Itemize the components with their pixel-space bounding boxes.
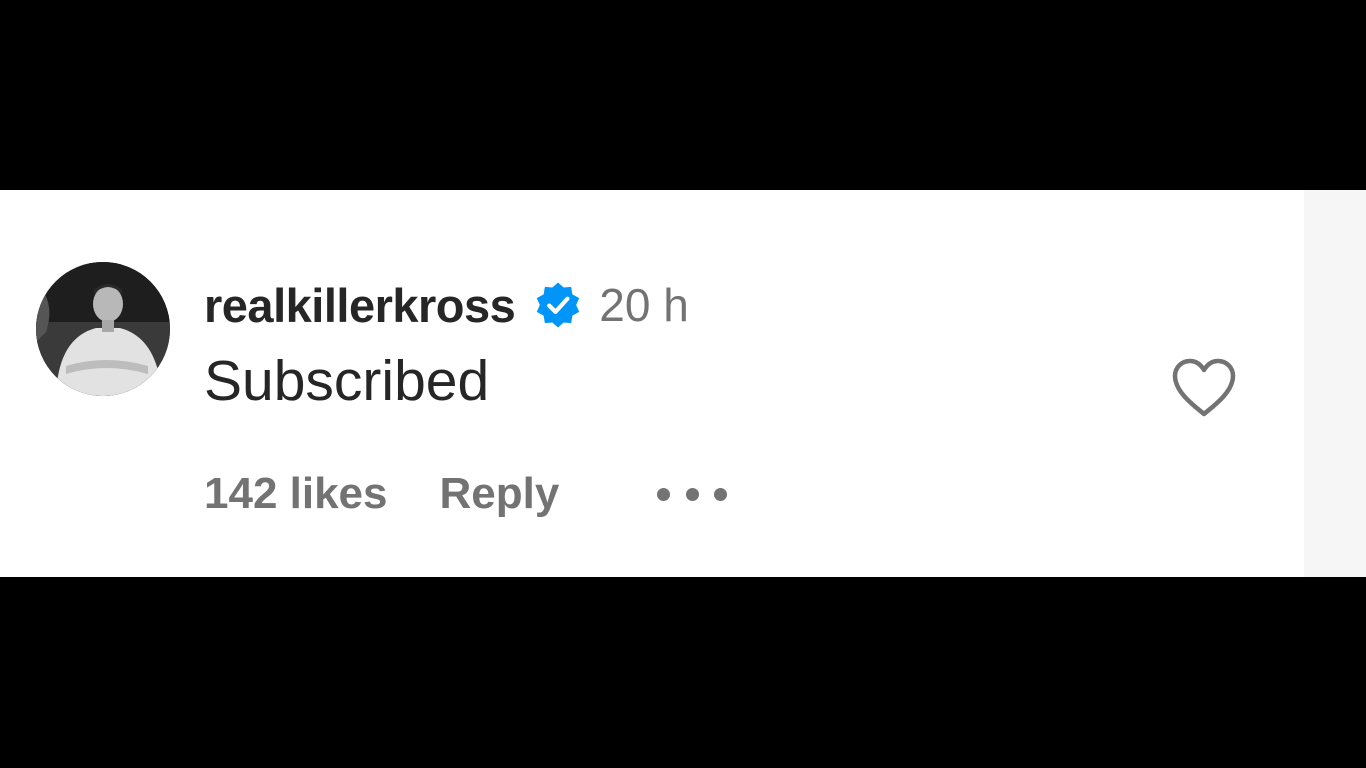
username-link[interactable]: realkillerkross [204, 278, 516, 333]
comment-header: realkillerkross 20 h [204, 272, 689, 338]
likes-count[interactable]: 142 likes [204, 469, 388, 519]
more-dot [685, 487, 699, 501]
heart-outline-icon[interactable] [1170, 358, 1238, 418]
avatar-photo [36, 262, 170, 396]
comment-actions: 142 likes Reply [204, 464, 728, 524]
reply-button[interactable]: Reply [440, 469, 560, 519]
comment-timestamp[interactable]: 20 h [599, 278, 689, 332]
right-edge-strip [1304, 190, 1366, 577]
comment-card: realkillerkross 20 h Subscribed 142 like… [0, 190, 1366, 577]
screenshot-frame: realkillerkross 20 h Subscribed 142 like… [0, 0, 1366, 768]
more-dot [657, 487, 671, 501]
verified-badge-icon [533, 280, 583, 330]
more-dot [714, 487, 728, 501]
avatar[interactable] [36, 262, 170, 396]
more-options-icon[interactable] [657, 482, 728, 506]
comment-text: Subscribed [204, 349, 490, 413]
